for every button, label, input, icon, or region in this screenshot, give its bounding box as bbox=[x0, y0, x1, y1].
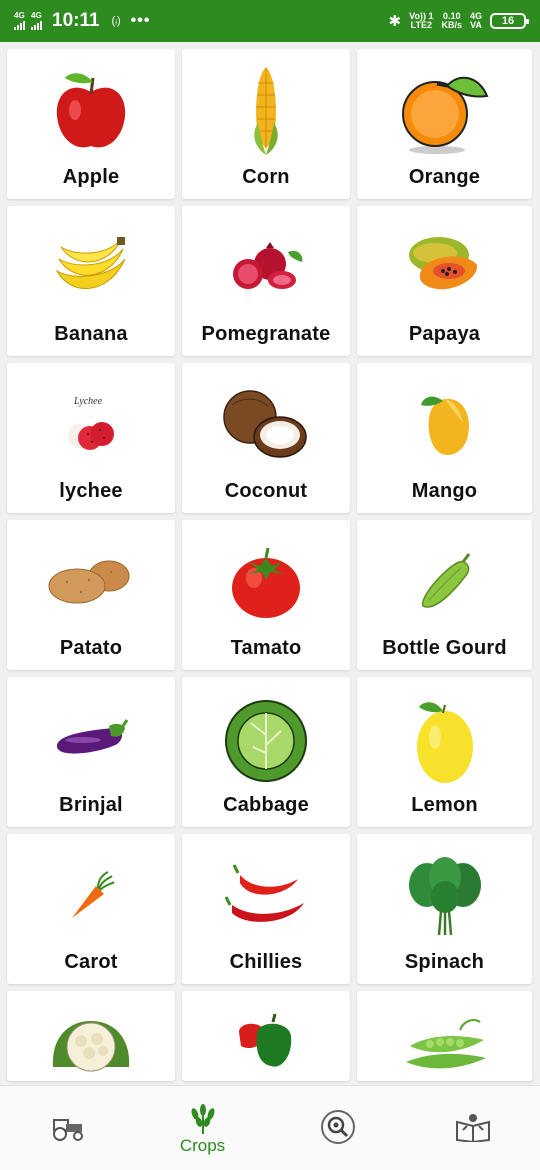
carrot-icon bbox=[72, 871, 115, 918]
crops-grid: Apple Corn Orange Banana Pomegranate Pap… bbox=[7, 49, 533, 1081]
magnify-bug-icon bbox=[320, 1110, 355, 1144]
clock: 10:11 bbox=[52, 10, 100, 31]
brinjal-icon bbox=[57, 719, 129, 754]
crop-name: Cabbage bbox=[223, 794, 309, 816]
capsicum-icon bbox=[239, 1013, 292, 1067]
coconut-icon bbox=[223, 390, 307, 458]
crop-name: Bottle Gourd bbox=[382, 637, 507, 659]
bluetooth-icon: ✱ bbox=[388, 13, 402, 30]
corn-icon bbox=[254, 67, 278, 155]
bottle-gourd-icon bbox=[421, 553, 470, 608]
crop-name: Lemon bbox=[411, 794, 478, 816]
cabbage-icon bbox=[225, 700, 307, 782]
hotspot-icon: (ᵢ) bbox=[111, 15, 121, 27]
tab-advisory[interactable] bbox=[405, 1086, 540, 1170]
crop-name: Patato bbox=[59, 637, 123, 659]
crop-card-brinjal[interactable]: Brinjal bbox=[7, 677, 175, 827]
tomato-icon bbox=[232, 547, 300, 618]
crop-name: Brinjal bbox=[59, 794, 123, 816]
volte-indicator: Vo)) 1 LTE2 bbox=[409, 11, 434, 30]
crop-name: Apple bbox=[62, 166, 120, 188]
apple-icon bbox=[56, 73, 126, 148]
crop-name: Papaya bbox=[408, 323, 481, 345]
wheat-icon bbox=[191, 1104, 214, 1134]
crop-card-peas[interactable] bbox=[357, 991, 532, 1081]
bottom-navigation: Crops bbox=[0, 1085, 540, 1170]
crop-card-cabbage[interactable]: Cabbage bbox=[182, 677, 350, 827]
crop-card-cauliflower[interactable] bbox=[7, 991, 175, 1081]
tractor-icon bbox=[52, 1119, 83, 1141]
signal-sim1-icon: 4G bbox=[14, 12, 25, 30]
crop-card-tomato[interactable]: Tamato bbox=[182, 520, 350, 670]
crop-name: Banana bbox=[54, 323, 128, 345]
crop-name: Carot bbox=[64, 951, 118, 973]
chillies-icon bbox=[224, 864, 304, 922]
crop-name: Mango bbox=[411, 480, 478, 502]
pomegranate-icon bbox=[233, 242, 303, 289]
crop-name: Tamato bbox=[230, 637, 302, 659]
crop-card-apple[interactable]: Apple bbox=[7, 49, 175, 199]
crop-card-spinach[interactable]: Spinach bbox=[357, 834, 532, 984]
orange-icon bbox=[401, 76, 488, 154]
crop-card-pomegranate[interactable]: Pomegranate bbox=[182, 206, 350, 356]
peas-icon bbox=[405, 1019, 486, 1069]
crop-card-mango[interactable]: Mango bbox=[357, 363, 532, 513]
crop-card-bottle-gourd[interactable]: Bottle Gourd bbox=[357, 520, 532, 670]
farmer-book-icon bbox=[455, 1114, 490, 1142]
spinach-icon bbox=[408, 857, 481, 936]
network-speed: 0.10 KB/s bbox=[441, 11, 462, 30]
tab-crops[interactable]: Crops bbox=[135, 1086, 270, 1170]
lychee-caption: Lychee bbox=[73, 396, 103, 407]
crop-card-potato[interactable]: Patato bbox=[7, 520, 175, 670]
papaya-icon bbox=[408, 237, 477, 290]
banana-icon bbox=[55, 237, 126, 290]
lychee-icon: Lychee bbox=[68, 396, 114, 450]
tab-machinery[interactable] bbox=[0, 1086, 135, 1170]
cauliflower-icon bbox=[52, 1021, 130, 1072]
more-notifications-icon: ••• bbox=[130, 12, 151, 29]
crop-name: lychee bbox=[59, 480, 123, 502]
crop-card-coconut[interactable]: Coconut bbox=[182, 363, 350, 513]
crop-name: Pomegranate bbox=[201, 323, 331, 345]
potato-icon bbox=[48, 560, 130, 604]
crop-name: Spinach bbox=[404, 951, 485, 973]
battery-icon: 16 bbox=[490, 13, 529, 29]
signal-sim2-icon: 4G bbox=[31, 12, 42, 30]
lemon-icon bbox=[416, 702, 473, 783]
crop-name: Corn bbox=[242, 166, 290, 188]
tab-diagnose[interactable] bbox=[270, 1086, 405, 1170]
crop-card-papaya[interactable]: Papaya bbox=[357, 206, 532, 356]
crop-card-chillies[interactable]: Chillies bbox=[182, 834, 350, 984]
crop-card-lemon[interactable]: Lemon bbox=[357, 677, 532, 827]
mango-icon bbox=[420, 396, 469, 456]
crop-card-banana[interactable]: Banana bbox=[7, 206, 175, 356]
crop-name: Chillies bbox=[229, 951, 303, 973]
crop-name: Coconut bbox=[224, 480, 308, 502]
crop-card-carrot[interactable]: Carot bbox=[7, 834, 175, 984]
crop-name: Orange bbox=[408, 166, 481, 188]
crop-card-corn[interactable]: Corn bbox=[182, 49, 350, 199]
status-bar: 4G 4G 10:11 (ᵢ) ••• ✱ Vo)) 1 LTE2 0.10 KB/… bbox=[0, 0, 540, 42]
network-type: 4G VA bbox=[469, 11, 482, 30]
crop-card-capsicum[interactable] bbox=[182, 991, 350, 1081]
crop-card-orange[interactable]: Orange bbox=[357, 49, 532, 199]
crop-card-lychee[interactable]: Lychee lychee bbox=[7, 363, 175, 513]
tab-crops-label: Crops bbox=[179, 1136, 226, 1155]
